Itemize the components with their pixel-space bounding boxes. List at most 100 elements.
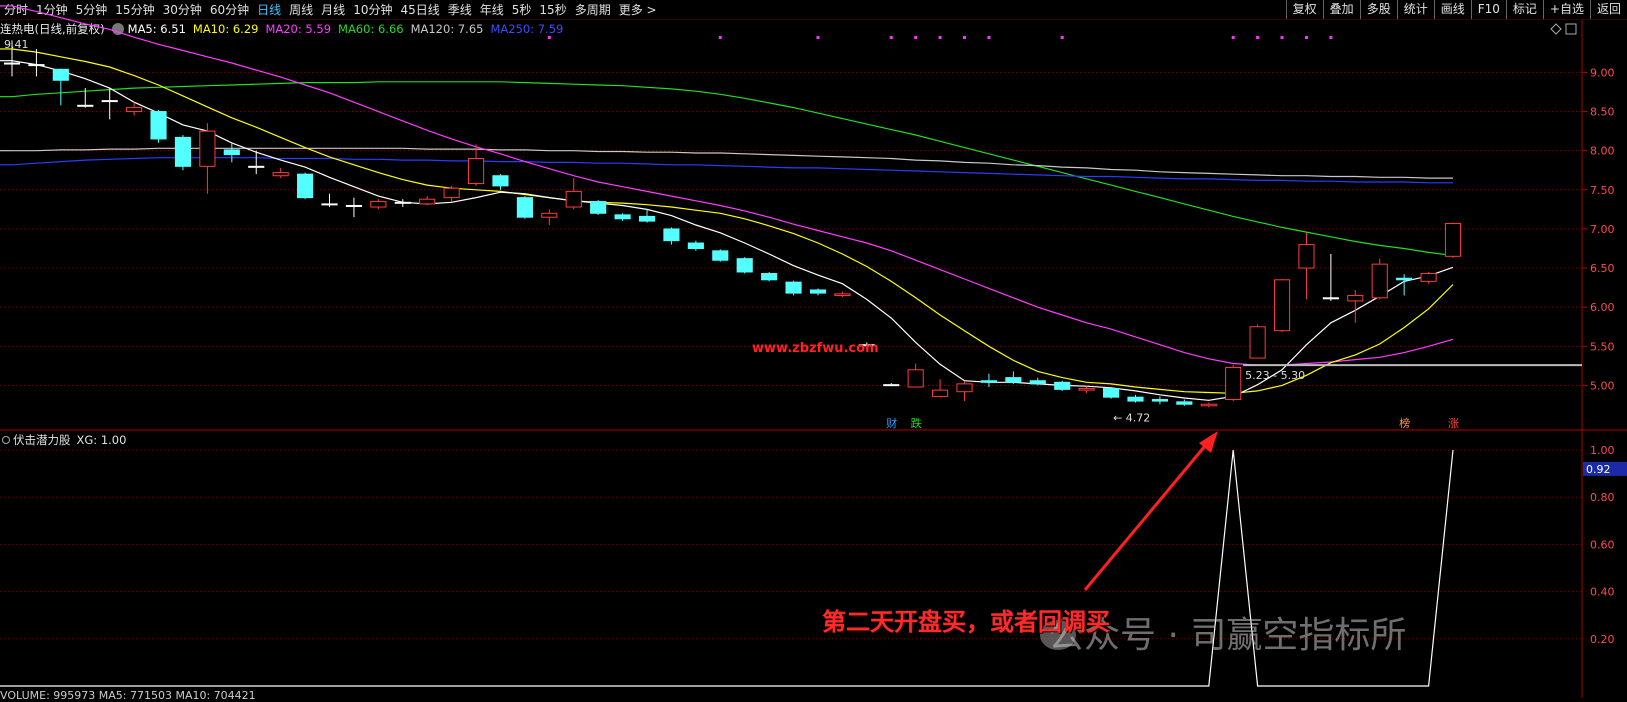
candle-body-down [52,68,69,81]
candle-body-up [1078,388,1095,391]
candle-body-down [174,136,192,167]
candle-body-up [956,383,973,393]
price-axis-label: 9.00 [1590,66,1615,79]
candle-body-down [785,281,802,294]
sub-indicator-title: 伏击潜力股 [13,433,71,447]
candle-body-up [1273,279,1291,332]
candle-body-down [980,380,998,383]
ma20-line [11,5,1454,366]
signal-dot [547,36,551,39]
candle-body-down [1176,401,1193,405]
price-axis-label: 8.00 [1590,145,1615,158]
event-tag: 跌 [911,416,922,430]
signal-dot [889,36,893,39]
candle-body-down [614,214,631,220]
price-axis-label: 7.00 [1590,223,1615,236]
signal-dot [1304,36,1308,39]
candle-body-up [272,172,289,177]
candle-body-up [1371,263,1388,299]
candle-body-up [1444,222,1462,257]
candle-body-up [199,130,216,167]
candle-body-down [687,242,704,249]
price-axis-label: 5.00 [1590,379,1615,392]
sub-axis-label: 0.20 [1590,633,1615,646]
candle-body-up [443,187,460,199]
candle-body-down [321,203,338,206]
signal-dot [987,36,991,39]
candle-body-down [1054,381,1071,390]
sub-axis-label: 0.40 [1590,586,1615,599]
candle-body-up [419,198,436,205]
candle-body-up [1420,273,1437,282]
candle-body-up [834,293,851,296]
candle-body-down [77,104,94,107]
high-price-label: 9.41 [4,38,29,51]
sub-axis-label: 0.60 [1590,538,1615,551]
range-label: 5.23 - 5.30 [1245,369,1305,382]
candle-body-down [248,165,265,168]
candle-body-down [394,201,411,204]
candle-body-down [1029,380,1046,385]
signal-dot [718,36,722,39]
event-tag: 涨 [1448,417,1459,430]
candle-body-up [907,369,924,388]
sub-axis-label: 0.80 [1590,491,1615,504]
candle-body-down [492,175,509,187]
ma60-line [11,81,1454,257]
candle-body-up [932,389,949,397]
candle-body-down [345,204,363,207]
candle-body-down [150,111,167,140]
candle-body-down [28,64,45,67]
candle-body-up [1225,366,1242,401]
window-toggle-icon [1565,23,1577,35]
ma10-line [11,48,1454,394]
annotation-arrow [1083,439,1212,591]
candle-body-down [1151,399,1168,402]
sub-indicator-value: XG: 1.00 [76,433,127,447]
candle-body-down [1102,388,1120,398]
ma250-line [11,157,1453,184]
candle-body-up [370,201,387,208]
candle-body-down [3,62,21,65]
low-price-label: ← 4.72 [1113,411,1150,424]
price-axis-label: 8.50 [1590,106,1615,119]
diamond-icon [1550,23,1562,35]
candle-body-down [223,149,240,156]
candle-body-up [467,158,485,185]
volume-info: VOLUME: 995973 MA5: 771503 MA10: 704421 [0,689,256,702]
candle-body-down [590,201,607,214]
candle-body-down [712,250,729,261]
candle-body-down [297,173,314,199]
price-axis-label: 6.50 [1590,262,1615,275]
sub-axis-label: 1.00 [1590,444,1615,457]
signal-dot [1280,36,1284,39]
candle-body-up [1347,294,1364,302]
candle-body-down [761,273,778,281]
candle-body-up [1200,403,1217,407]
candle-body-down [883,384,900,387]
signal-dot [1231,36,1235,39]
candle-body-up [565,190,582,208]
candle-body-down [736,258,753,273]
candle-body-up [126,107,143,113]
candle-body-down [663,228,680,242]
candle-body-up [1249,326,1266,359]
price-axis-label: 5.50 [1590,340,1615,353]
signal-dot [816,36,820,39]
signal-dot [1329,36,1333,39]
event-tag: 榜 [1399,416,1410,430]
candle-body-up [541,212,558,218]
price-axis-label: 7.50 [1590,184,1615,197]
buy-annotation: 第二天开盘买，或者回调买 [822,608,1110,636]
event-tag: 财 [886,416,897,430]
signal-dot [963,36,967,39]
signal-dot [938,36,942,39]
signal-dot [1256,36,1260,39]
signal-dot [914,36,918,39]
candle-body-down [638,215,656,222]
signal-dot [1060,36,1064,39]
site-watermark: www.zbzfwu.com [752,341,879,356]
candle-body-down [101,100,118,103]
candle-body-down [516,197,533,218]
sub-settings-icon[interactable] [2,436,10,444]
